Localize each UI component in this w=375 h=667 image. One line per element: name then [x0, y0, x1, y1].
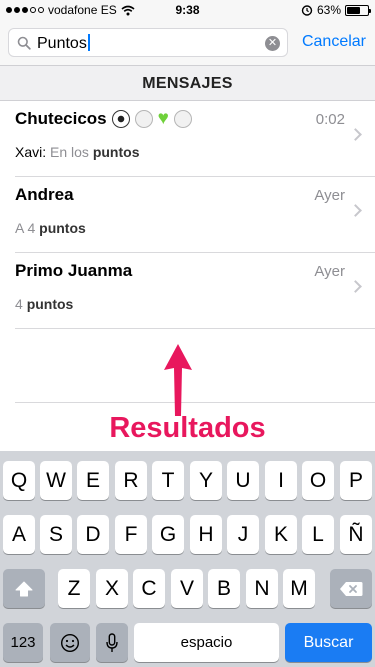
status-bar: vodafone ES 9:38 63%	[0, 0, 375, 20]
chat-time: Ayer	[314, 263, 345, 280]
key-d[interactable]: D	[77, 515, 109, 554]
chevron-right-icon	[349, 128, 362, 141]
key-x[interactable]: X	[96, 569, 128, 608]
chat-snippet: 4 puntos	[15, 296, 74, 312]
green-heart-icon: ♥	[157, 108, 169, 129]
microphone-key[interactable]	[96, 623, 128, 662]
key-r[interactable]: R	[115, 461, 147, 500]
key-a[interactable]: A	[3, 515, 35, 554]
search-header: Puntos ✕ Cancelar	[0, 20, 375, 66]
key-n[interactable]: N	[246, 569, 278, 608]
backspace-key[interactable]	[330, 569, 372, 608]
emoji-icon	[60, 634, 80, 653]
alarm-icon	[301, 5, 313, 16]
key-l[interactable]: L	[302, 515, 334, 554]
key-f[interactable]: F	[115, 515, 147, 554]
key-o[interactable]: O	[302, 461, 334, 500]
key-e[interactable]: E	[77, 461, 109, 500]
key-b[interactable]: B	[208, 569, 240, 608]
key-g[interactable]: G	[152, 515, 184, 554]
space-key[interactable]: espacio	[134, 623, 279, 662]
chat-title: Andrea	[15, 185, 74, 204]
shift-arrow-icon	[15, 581, 33, 597]
search-key[interactable]: Buscar	[285, 623, 372, 662]
white-circle-icon	[134, 110, 153, 128]
cancel-button[interactable]: Cancelar	[302, 33, 366, 51]
white-circle-icon	[173, 110, 192, 128]
chat-snippet: A 4 puntos	[15, 220, 86, 236]
key-i[interactable]: I	[265, 461, 297, 500]
section-header: MENSAJES	[0, 66, 375, 101]
key-v[interactable]: V	[171, 569, 203, 608]
battery-percent: 63%	[316, 3, 341, 17]
key-y[interactable]: Y	[190, 461, 222, 500]
chat-snippet: Xavi: En los puntos	[15, 144, 140, 160]
emoji-key[interactable]	[50, 623, 90, 662]
key-u[interactable]: U	[227, 461, 259, 500]
soccer-ball-icon	[111, 110, 130, 128]
text-cursor	[87, 34, 90, 51]
chat-time: Ayer	[314, 187, 345, 204]
divider	[15, 328, 375, 329]
message-list: Chutecicos ♥ 0:02 Xavi: En los puntos An…	[0, 101, 375, 329]
key-t[interactable]: T	[152, 461, 184, 500]
chevron-right-icon	[349, 280, 362, 293]
list-item[interactable]: Chutecicos ♥ 0:02 Xavi: En los puntos	[0, 101, 375, 177]
key-w[interactable]: W	[40, 461, 72, 500]
key-q[interactable]: Q	[3, 461, 35, 500]
annotation-label: Resultados	[109, 412, 266, 444]
key-s[interactable]: S	[40, 515, 72, 554]
chat-title: Primo Juanma	[15, 261, 133, 280]
microphone-icon	[106, 633, 118, 653]
key-j[interactable]: J	[227, 515, 259, 554]
search-icon	[17, 36, 31, 50]
key-m[interactable]: M	[283, 569, 315, 608]
key-p[interactable]: P	[340, 461, 372, 500]
battery-icon	[345, 4, 371, 16]
numbers-key[interactable]: 123	[3, 623, 43, 662]
chevron-right-icon	[349, 204, 362, 217]
list-item[interactable]: Andrea Ayer A 4 puntos	[0, 177, 375, 253]
chat-title: Chutecicos ♥	[15, 109, 192, 129]
status-right: 63%	[301, 3, 371, 17]
key-c[interactable]: C	[133, 569, 165, 608]
keyboard: Q W E R T Y U I O P A S D F G H J K L Ñ …	[0, 451, 375, 667]
backspace-icon	[340, 582, 363, 597]
search-input[interactable]: Puntos ✕	[8, 28, 288, 57]
clear-icon[interactable]: ✕	[265, 36, 280, 51]
shift-key[interactable]	[3, 569, 45, 608]
key-enye[interactable]: Ñ	[340, 515, 372, 554]
search-input-value: Puntos	[37, 34, 90, 53]
key-h[interactable]: H	[190, 515, 222, 554]
key-k[interactable]: K	[265, 515, 297, 554]
annotation-arrow-icon	[164, 344, 192, 416]
chat-time: 0:02	[315, 111, 345, 128]
key-z[interactable]: Z	[58, 569, 90, 608]
list-item[interactable]: Primo Juanma Ayer 4 puntos	[0, 253, 375, 329]
